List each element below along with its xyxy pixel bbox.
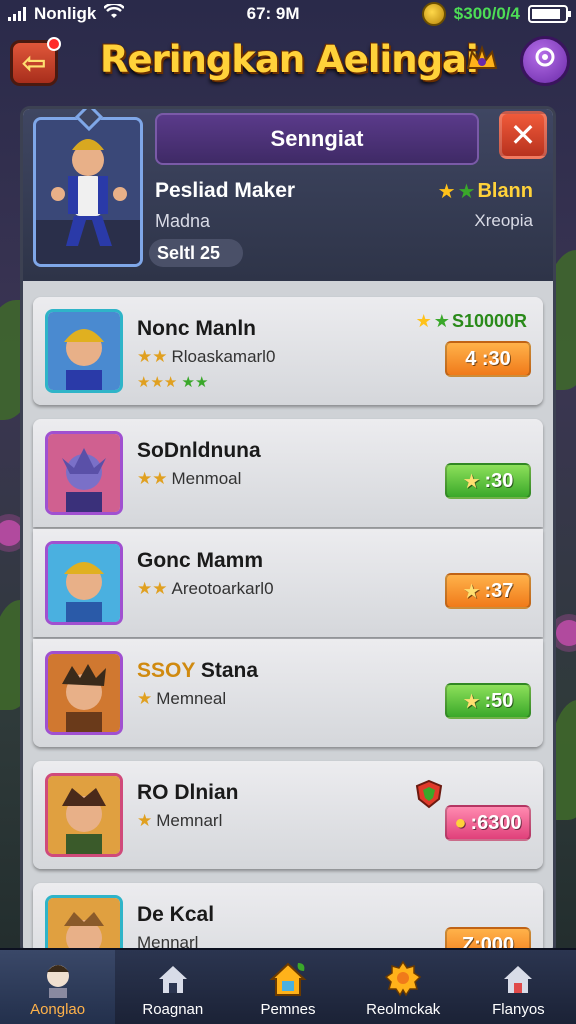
nav-item-pemnes[interactable]: Pemnes: [230, 950, 345, 1024]
profile-button[interactable]: [520, 36, 570, 86]
player-subtitle: ★ Memneal: [137, 689, 227, 708]
player-subtitle: ★ Memnarl: [137, 811, 223, 830]
list-item[interactable]: De Kcal Mennarl Z:000: [33, 883, 543, 953]
avatar: [45, 651, 123, 735]
wifi-icon: [103, 2, 126, 25]
rank-subtitle: Xreopia: [474, 211, 533, 230]
avatar: [45, 895, 123, 953]
star-icon: ★: [462, 690, 481, 713]
home-icon: [151, 959, 195, 999]
gear-badge-icon: [381, 959, 425, 999]
name-banner: Senngiat: [155, 113, 479, 165]
player-subtitle: ★★ Rloaskamarl0: [137, 347, 276, 366]
nav-item-aonglao[interactable]: Aonglao: [0, 950, 116, 1024]
profile-subtitle: Madna: [155, 211, 211, 231]
shield-icon: [415, 779, 443, 809]
close-icon: ✕: [509, 117, 537, 153]
timer-button[interactable]: ★ :30: [445, 463, 531, 499]
nav-label: Pemnes: [260, 1001, 316, 1018]
star-rating: ★★★ ★★: [137, 374, 209, 391]
list-item[interactable]: RO Dlnian ★ Memnarl ● :6300: [33, 761, 543, 869]
star-icon: ★: [137, 811, 153, 830]
avatar: [45, 773, 123, 857]
reward-label: ★ ★ S10000R: [415, 311, 527, 331]
star-icon: ★★: [137, 347, 168, 366]
player-name: De Kcal: [137, 903, 215, 926]
list-item[interactable]: Nonc Manln ★★ Rloaskamarl0 ★★★ ★★ ★ ★ S1…: [33, 297, 543, 405]
star-icon: ★: [462, 470, 481, 493]
nav-item-reolmckak[interactable]: Reolmckak: [346, 950, 461, 1024]
player-name: SSOY Stana: [137, 659, 259, 682]
avatar: [45, 309, 123, 393]
player-subtitle: ★★ Areotoarkarl0: [137, 579, 274, 598]
avatar-icon: [36, 959, 80, 999]
avatar: [45, 541, 123, 625]
timer-button[interactable]: ● :6300: [445, 805, 531, 841]
hero-portrait: [33, 117, 143, 267]
nav-item-flanyos[interactable]: Flanyos: [461, 950, 576, 1024]
star-icon: ★: [415, 311, 432, 331]
star-icon: ★★: [137, 579, 168, 598]
currency-amount: $300/0/4: [453, 4, 520, 23]
profile-card: Senngiat ✕ Pesliad Maker Madna Seltl 25 …: [23, 109, 553, 281]
coin-icon: ●: [454, 811, 467, 834]
clock: 67: 9M: [246, 4, 300, 23]
star-icon: ★: [137, 689, 153, 708]
list-item[interactable]: SSOY Stana ★ Memneal ★ :50: [33, 639, 543, 747]
nav-label: Roagnan: [142, 1001, 204, 1018]
house-icon: [496, 959, 540, 999]
nav-label: Flanyos: [492, 1001, 545, 1018]
carrier-label: Nonligk: [34, 4, 97, 23]
player-list: Nonc Manln ★★ Rloaskamarl0 ★★★ ★★ ★ ★ S1…: [33, 297, 545, 953]
bottom-navigation: Aonglao Roagnan Pemnes Reolmckak Flanyos: [0, 948, 576, 1024]
player-name: Nonc Manln: [137, 317, 256, 340]
status-bar: Nonligk 67: 9M $300/0/4: [0, 0, 576, 28]
list-item[interactable]: Gonc Mamm ★★ Areotoarkarl0 ★ :37: [33, 529, 543, 637]
nav-label: Aonglao: [30, 1001, 86, 1018]
leaderboard-panel: Senngiat ✕ Pesliad Maker Madna Seltl 25 …: [20, 106, 556, 956]
player-name: Gonc Mamm: [137, 549, 264, 572]
timer-button[interactable]: 4 :30: [445, 341, 531, 377]
close-button[interactable]: ✕: [499, 111, 547, 159]
notification-dot: [47, 37, 61, 51]
signal-icon: [8, 7, 26, 21]
nav-item-roagnan[interactable]: Roagnan: [115, 950, 230, 1024]
timer-button[interactable]: ★ :50: [445, 683, 531, 719]
star-icon: ★: [457, 181, 476, 203]
star-icon: ★: [433, 311, 450, 331]
profile-title: Pesliad Maker: [155, 179, 296, 202]
star-icon: ★★: [137, 469, 168, 488]
player-subtitle: ★★ Menmoal: [137, 469, 242, 488]
arrow-left-icon: ⇦: [21, 46, 47, 80]
level-badge: Seltl 25: [149, 239, 243, 267]
player-name: RO Dlnian: [137, 781, 239, 804]
back-button[interactable]: ⇦: [10, 37, 61, 86]
coin-icon: [421, 2, 446, 26]
star-icon: ★: [437, 181, 456, 203]
star-icon: ★: [462, 580, 481, 603]
rank-display: ★ ★ Blann: [438, 179, 533, 204]
list-item[interactable]: SoDnldnuna ★★ Menmoal ★ :30: [33, 419, 543, 527]
crown-gem-icon: [462, 40, 502, 80]
rank-label: Blann: [477, 180, 533, 202]
nav-label: Reolmckak: [366, 1001, 441, 1018]
user-icon: [531, 45, 559, 78]
page-title: Reringkan Aelingai: [100, 38, 479, 81]
timer-button[interactable]: ★ :37: [445, 573, 531, 609]
battery-icon: [527, 5, 571, 23]
player-name: SoDnldnuna: [137, 439, 261, 462]
avatar: [45, 431, 123, 515]
house-leaf-icon: [266, 959, 310, 999]
